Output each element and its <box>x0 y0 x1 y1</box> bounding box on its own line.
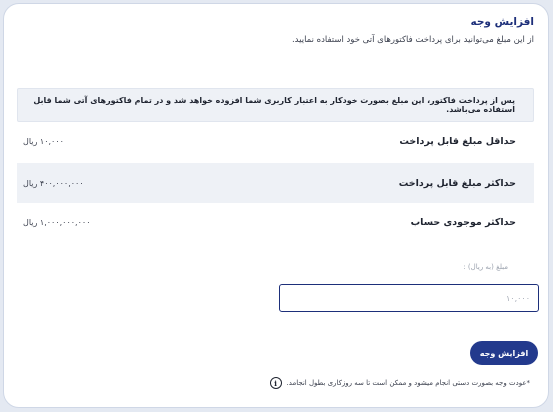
limit-row-min-payment: حداقل مبلغ قابل پرداخت ۱۰,۰۰۰ ریال <box>17 121 534 161</box>
info-notice: پس از پرداخت فاکتور، این مبلغ بصورت خودک… <box>17 88 534 122</box>
refund-footnote: i *عودت وجه بصورت دستی انجام میشود و ممک… <box>269 377 530 389</box>
footnote-text: *عودت وجه بصورت دستی انجام میشود و ممکن … <box>286 379 530 387</box>
limit-label: حداکثر موجودی حساب <box>410 216 516 228</box>
limit-label: حداکثر مبلغ قابل پرداخت <box>398 177 516 189</box>
info-icon: i <box>269 377 282 389</box>
amount-field-label: مبلغ (به ریال) : <box>463 263 508 271</box>
increase-balance-panel: افزایش وجه از این مبلغ می‌توانید برای پر… <box>3 3 549 408</box>
limit-value: ۱۰,۰۰۰ ریال <box>23 136 64 146</box>
limit-label: حداقل مبلغ قابل پرداخت <box>399 135 516 147</box>
page-subtitle: از این مبلغ می‌توانید برای پرداخت فاکتور… <box>291 35 534 45</box>
limit-value: ۴۰۰,۰۰۰,۰۰۰ ریال <box>23 178 84 188</box>
info-notice-text: پس از پرداخت فاکتور، این مبلغ بصورت خودک… <box>33 96 515 114</box>
limit-row-max-balance: حداکثر موجودی حساب ۱,۰۰۰,۰۰۰,۰۰۰ ریال <box>17 202 534 242</box>
increase-balance-button[interactable]: افزایش وجه <box>470 341 538 365</box>
page-title: افزایش وجه <box>470 16 534 28</box>
limit-value: ۱,۰۰۰,۰۰۰,۰۰۰ ریال <box>23 217 91 227</box>
amount-input[interactable] <box>279 284 539 312</box>
limit-row-max-payment: حداکثر مبلغ قابل پرداخت ۴۰۰,۰۰۰,۰۰۰ ریال <box>17 163 534 203</box>
